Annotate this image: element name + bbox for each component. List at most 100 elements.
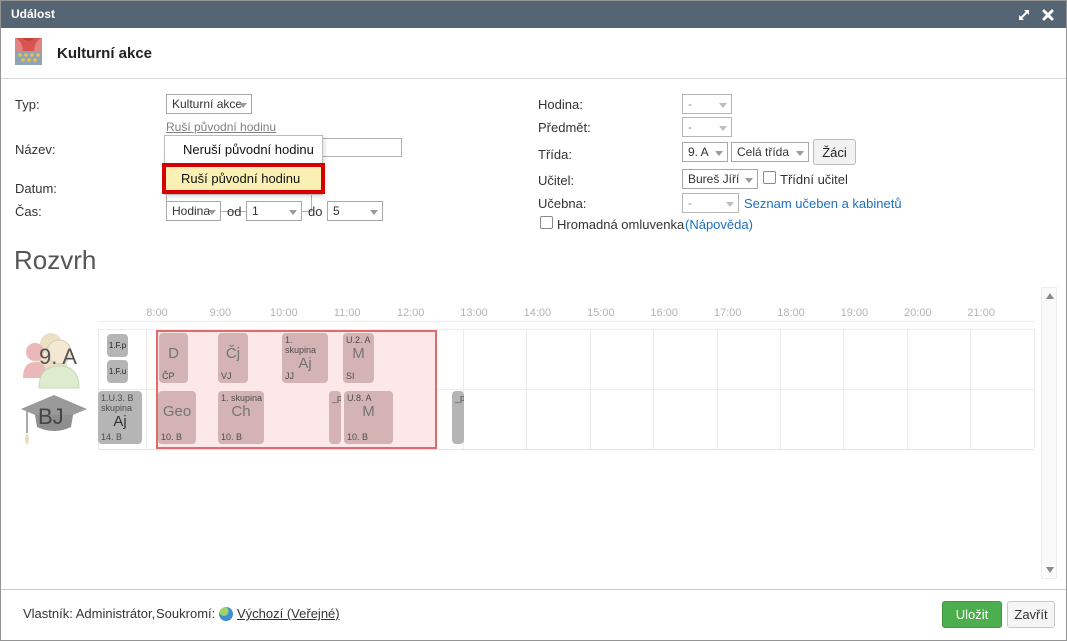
event-type-title: Kulturní akce [57, 45, 152, 62]
rusi-hodinu-link[interactable]: Ruší původní hodinu [166, 120, 276, 134]
typ-select[interactable]: Kulturní akce [166, 94, 252, 114]
save-button[interactable]: Uložit [942, 601, 1002, 628]
privacy-label: Soukromí: [156, 606, 215, 621]
ucebna-select-value: - [688, 196, 692, 210]
hour-label: 17:00 [714, 307, 742, 319]
hour-label: 15:00 [587, 307, 615, 319]
lesson-block[interactable]: _p [329, 391, 341, 444]
hour-label: 10:00 [270, 307, 298, 319]
hodina-label: Hodina: [538, 97, 583, 112]
ucitel-select[interactable]: Bureš Jíří [682, 169, 758, 189]
menu-option-nerusi[interactable]: Neruší původní hodinu [165, 136, 322, 163]
dialog-header: Kulturní akce [1, 28, 1066, 79]
cas-mode-select[interactable]: Hodina [166, 201, 221, 221]
chevron-down-icon [289, 210, 297, 215]
hour-label: 13:00 [460, 307, 488, 319]
do-select[interactable]: 5 [327, 201, 383, 221]
do-select-value: 5 [333, 204, 340, 218]
trida-scope-value: Celá třída [737, 145, 789, 159]
trida-label: Třída: [538, 147, 572, 162]
lesson-block[interactable]: DČP [159, 333, 188, 383]
hour-label: 19:00 [841, 307, 869, 319]
napoveda-link[interactable]: (Nápověda) [685, 217, 753, 232]
chevron-down-icon [726, 202, 734, 207]
chevron-down-icon [715, 151, 723, 156]
close-button[interactable]: Zavřít [1007, 601, 1055, 628]
chevron-down-icon [719, 126, 727, 131]
grid-bottom-line [98, 449, 1034, 450]
chevron-down-icon [796, 151, 804, 156]
chevron-down-icon [239, 103, 247, 108]
scroll-up-icon[interactable] [1046, 293, 1054, 299]
datum-label: Datum: [15, 181, 57, 196]
lesson-block[interactable]: 1. skupinaCh10. B [218, 391, 264, 444]
privacy-link[interactable]: Výchozí (Veřejné) [237, 606, 340, 621]
seznam-uceben-link[interactable]: Seznam učeben a kabinetů [744, 196, 902, 211]
od-select-value: 1 [252, 204, 259, 218]
nazev-label: Název: [15, 142, 55, 157]
od-select[interactable]: 1 [246, 201, 302, 221]
predmet-select-value: - [688, 120, 692, 134]
lesson-block[interactable]: Geo10. B [158, 391, 196, 444]
hour-label: 16:00 [650, 307, 678, 319]
rusi-hodinu-menu: Neruší původní hodinu Ruší původní hodin… [164, 135, 323, 195]
hour-label: 14:00 [524, 307, 552, 319]
lesson-block[interactable]: U.2. AMSI [343, 333, 374, 383]
event-dialog: Událost Kulturní akce Typ: [0, 0, 1067, 641]
dialog-title: Událost [11, 7, 55, 21]
chevron-down-icon [370, 210, 378, 215]
hodina-select-value: - [688, 97, 692, 111]
hour-label: 9:00 [210, 307, 231, 319]
trida-scope-select[interactable]: Celá třída [731, 142, 809, 162]
class-row-label: 9. A [39, 344, 77, 370]
footer-divider [1, 589, 1066, 590]
trida-select-value: 9. A [688, 145, 709, 159]
typ-label: Typ: [15, 97, 40, 112]
hour-label: 11:00 [334, 307, 361, 319]
tridni-ucitel-label: Třídní učitel [780, 172, 848, 187]
dialog-titlebar: Událost [1, 1, 1066, 28]
timeline-divider [98, 321, 1034, 322]
hromadna-omluvenka-checkbox[interactable] [540, 216, 553, 229]
hodina-select[interactable]: - [682, 94, 732, 114]
lesson-block[interactable]: 1.F.p [107, 334, 128, 357]
menu-option-rusi-selected[interactable]: Ruší původní hodinu [162, 163, 325, 194]
maximize-icon[interactable] [1016, 7, 1032, 23]
zaci-button[interactable]: Žáci [813, 139, 856, 165]
hour-label: 21:00 [967, 307, 995, 319]
globe-icon [219, 607, 233, 621]
ucebna-select[interactable]: - [682, 193, 739, 213]
ucebna-label: Učebna: [538, 196, 586, 211]
ucitel-label: Učitel: [538, 173, 574, 188]
predmet-select[interactable]: - [682, 117, 732, 137]
ucitel-select-value: Bureš Jíří [688, 172, 739, 186]
od-label: od [227, 204, 241, 219]
typ-select-value: Kulturní akce [172, 97, 242, 111]
owner-text: Vlastník: Administrátor, [23, 606, 155, 621]
hromadna-omluvenka-label: Hromadná omluvenka [557, 217, 684, 232]
lesson-block[interactable]: U.8. AM10. B [344, 391, 393, 444]
hour-label: 20:00 [904, 307, 932, 319]
chevron-down-icon [208, 210, 216, 215]
lesson-block[interactable]: 1.skupinaAjJJ [282, 333, 328, 383]
hour-label: 12:00 [397, 307, 425, 319]
do-label: do [308, 204, 322, 219]
rozvrh-title: Rozvrh [14, 245, 96, 276]
teacher-row-label: BJ [38, 404, 64, 430]
lesson-block[interactable]: 1.F.u [107, 360, 128, 383]
predmet-label: Předmět: [538, 120, 591, 135]
lesson-block[interactable]: ČjVJ [218, 333, 248, 383]
chevron-down-icon [719, 103, 727, 108]
scroll-down-icon[interactable] [1046, 567, 1054, 573]
hour-label: 8:00 [146, 307, 167, 319]
cas-mode-value: Hodina [172, 204, 210, 218]
close-icon[interactable] [1040, 7, 1056, 23]
vertical-scrollbar[interactable] [1041, 287, 1057, 579]
hour-label: 18:00 [777, 307, 805, 319]
tridni-ucitel-checkbox[interactable] [763, 171, 776, 184]
cas-label: Čas: [15, 204, 42, 219]
culture-event-icon [15, 38, 42, 65]
lesson-block[interactable]: 1.U.3. BskupinaAj14. B [98, 391, 142, 444]
trida-select[interactable]: 9. A [682, 142, 728, 162]
lesson-block[interactable]: _p [452, 391, 464, 444]
